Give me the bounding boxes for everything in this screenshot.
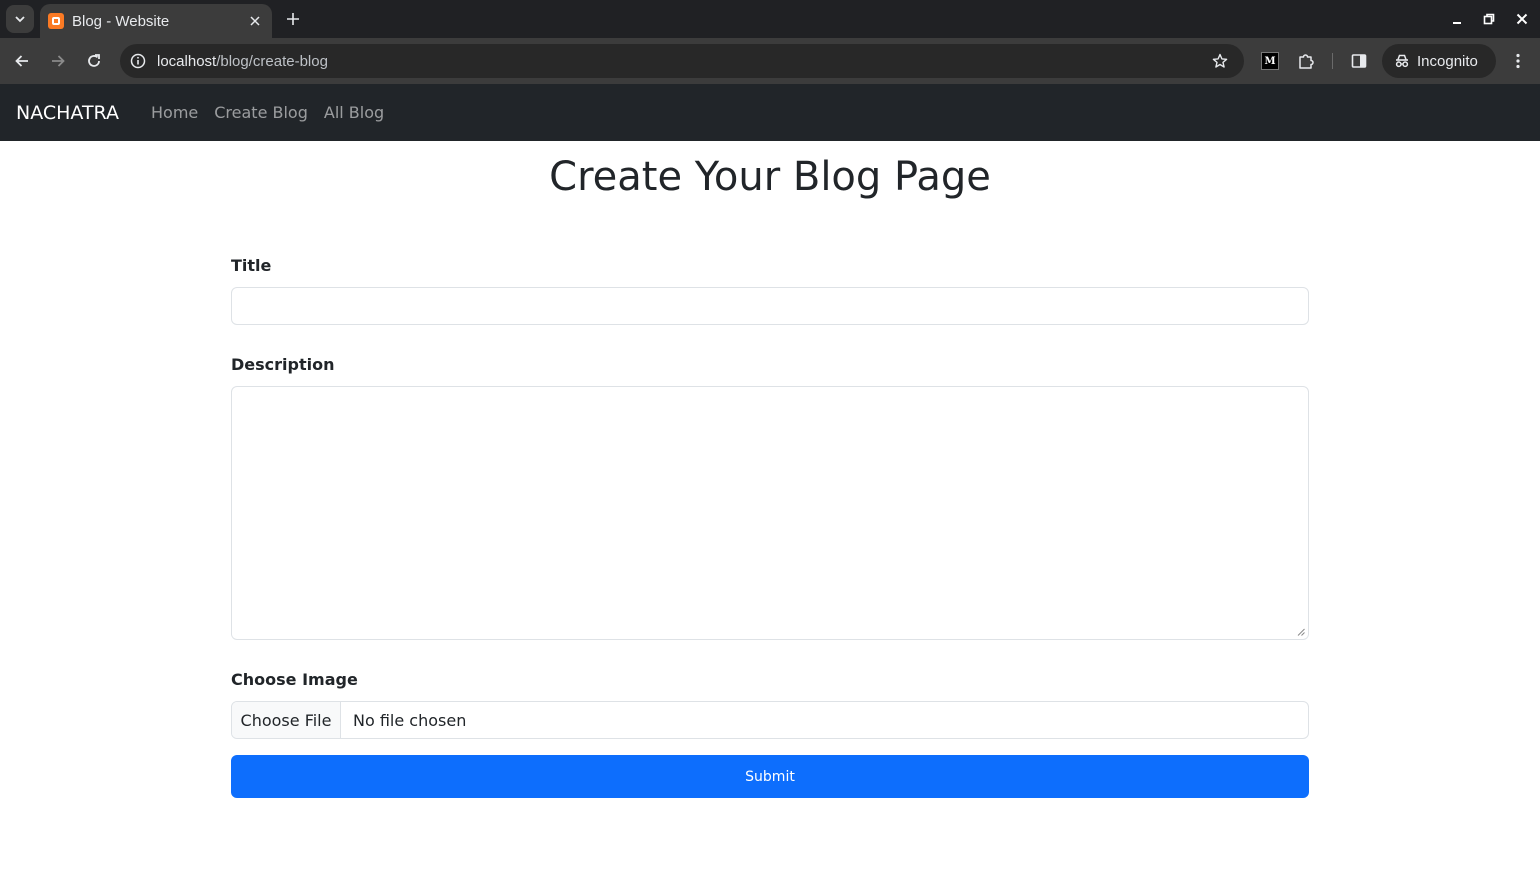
create-blog-form: Title Description Choose Image Choose Fi…	[231, 254, 1309, 798]
submit-button[interactable]: Submit	[231, 755, 1309, 798]
plus-icon	[287, 13, 299, 25]
minimize-icon	[1453, 22, 1461, 24]
title-input[interactable]	[231, 287, 1309, 325]
browser-toolbar: localhost/blog/create-blog M Incognito	[0, 38, 1540, 84]
tab-search-button[interactable]	[6, 5, 34, 33]
star-icon	[1212, 53, 1228, 68]
medium-extension-icon[interactable]: M	[1261, 52, 1279, 70]
nav-link-create-blog[interactable]: Create Blog	[214, 103, 308, 122]
choose-file-button[interactable]: Choose File	[232, 702, 341, 738]
arrow-right-icon	[52, 55, 65, 67]
back-button[interactable]	[8, 47, 36, 75]
forward-button[interactable]	[44, 47, 72, 75]
puzzle-icon	[1299, 54, 1314, 69]
more-vertical-icon	[1516, 53, 1520, 69]
toolbar-divider	[1332, 53, 1333, 69]
nav-link-home[interactable]: Home	[151, 103, 198, 122]
minimize-button[interactable]	[1446, 8, 1468, 30]
description-textarea[interactable]	[231, 386, 1309, 640]
url-path: /blog/create-blog	[216, 52, 328, 70]
incognito-profile-button[interactable]: Incognito	[1382, 44, 1496, 78]
site-favicon-icon	[48, 13, 64, 29]
image-label: Choose Image	[231, 670, 358, 689]
reload-button[interactable]	[80, 47, 108, 75]
side-panel-icon	[1351, 54, 1367, 68]
browser-tabstrip: Blog - Website	[0, 0, 1540, 38]
incognito-icon	[1395, 54, 1409, 68]
restore-button[interactable]	[1478, 8, 1500, 30]
site-navbar: NACHATRA Home Create Blog All Blog	[0, 84, 1540, 141]
page-title: Create Your Blog Page	[549, 154, 991, 200]
reload-icon	[88, 54, 100, 67]
resize-grip-icon[interactable]	[1297, 628, 1305, 636]
tab-title: Blog - Website	[72, 12, 170, 30]
extensions-button[interactable]	[1295, 50, 1317, 72]
nav-link-all-blog[interactable]: All Blog	[324, 103, 384, 122]
new-tab-button[interactable]	[280, 6, 306, 32]
title-label: Title	[231, 256, 272, 275]
restore-icon	[1483, 13, 1495, 25]
tab-close-button[interactable]	[246, 12, 264, 30]
address-bar[interactable]: localhost/blog/create-blog	[120, 44, 1244, 78]
close-window-button[interactable]	[1511, 8, 1533, 30]
bookmark-star-button[interactable]	[1210, 51, 1230, 71]
url-host: localhost	[157, 52, 217, 70]
file-status-text: No file chosen	[353, 710, 467, 730]
url-text[interactable]: localhost/blog/create-blog	[157, 53, 328, 70]
close-icon	[250, 16, 260, 26]
image-file-input[interactable]: Choose File No file chosen	[231, 701, 1309, 739]
close-icon	[1516, 13, 1528, 25]
browser-tab-active[interactable]: Blog - Website	[40, 4, 272, 38]
side-panel-button[interactable]	[1348, 50, 1370, 72]
browser-menu-button[interactable]	[1508, 50, 1528, 72]
chevron-down-icon	[15, 16, 25, 23]
incognito-label: Incognito	[1417, 52, 1478, 70]
arrow-left-icon	[15, 55, 28, 67]
site-info-icon[interactable]	[128, 51, 148, 71]
description-label: Description	[231, 355, 335, 374]
brand-link[interactable]: NACHATRA	[16, 102, 119, 124]
